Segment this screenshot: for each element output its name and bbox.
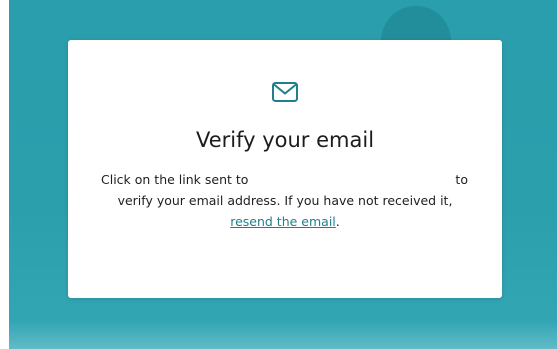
resend-email-link[interactable]: resend the email [230, 214, 336, 229]
message-line-1: Click on the link sent to to [98, 169, 472, 190]
verify-email-card: Verify your email Click on the link sent… [68, 40, 502, 298]
message-text-to: to [455, 172, 468, 187]
message-text-middle: verify your email address. If you have n… [117, 193, 453, 208]
page-title: Verify your email [195, 128, 375, 152]
verification-message: Click on the link sent to to verify your… [98, 169, 472, 232]
message-line-3: resend the email. [98, 211, 472, 232]
message-line-2: verify your email address. If you have n… [98, 190, 472, 211]
message-text-end: . [335, 214, 340, 229]
email-address-placeholder [302, 169, 402, 190]
message-text-start: Click on the link sent to [101, 172, 249, 187]
envelope-icon [271, 81, 299, 103]
